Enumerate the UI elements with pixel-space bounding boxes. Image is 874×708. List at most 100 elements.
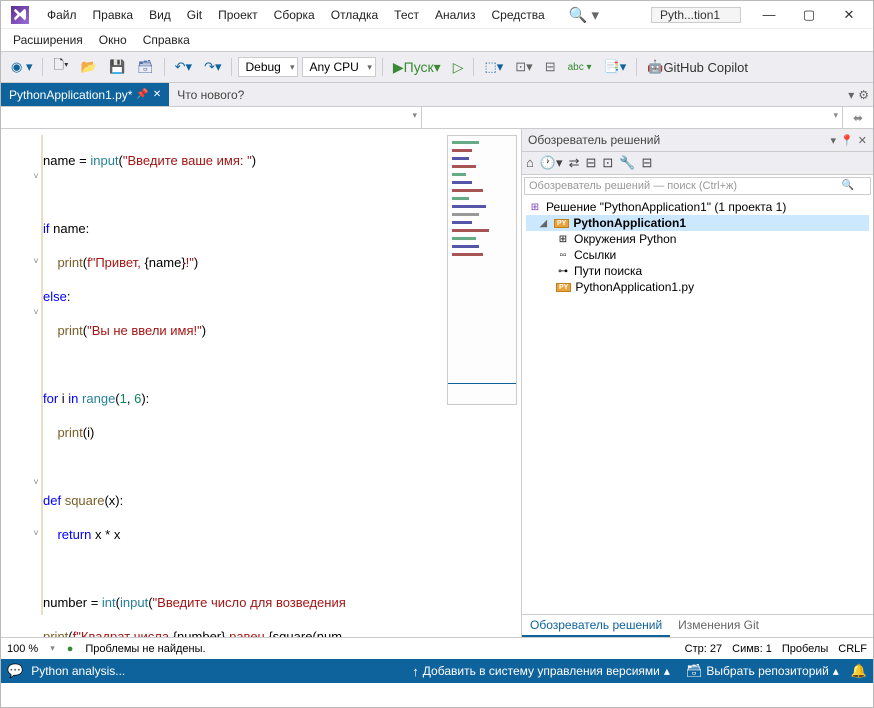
app-title: Pyth...tion1 <box>651 7 741 23</box>
env-icon: ⊞ <box>556 232 570 246</box>
showall-icon[interactable]: ⊡ <box>602 155 613 171</box>
select-repo-button[interactable]: 🗃Выбрать репозиторий ▴ <box>682 663 843 679</box>
config-dropdown[interactable]: Debug <box>238 57 298 77</box>
platform-dropdown[interactable]: Any CPU <box>302 57 375 77</box>
menu-test[interactable]: Тест <box>386 6 427 24</box>
format-button[interactable]: ⊟ <box>541 57 560 77</box>
refresh-icon[interactable]: 🕐▾ <box>540 155 563 171</box>
code-editor[interactable]: ˅ ˅ ˅ ˅ ˅ name = input("Введите ваше имя… <box>1 129 521 637</box>
pin-icon[interactable]: 📍 <box>840 134 854 147</box>
line-status[interactable]: Стр: 27 <box>685 643 722 655</box>
project-node[interactable]: ◢ PY PythonApplication1 <box>526 215 869 231</box>
pin-icon[interactable]: 📌 <box>136 89 148 100</box>
solution-node[interactable]: ⊞ Решение "PythonApplication1" (1 проект… <box>526 199 869 215</box>
comment-button[interactable]: ⊡▾ <box>511 57 536 77</box>
menu-file[interactable]: Файл <box>39 6 85 24</box>
bookmark-button[interactable]: 📑▾ <box>600 57 631 77</box>
menu-extensions[interactable]: Расширения <box>5 31 91 49</box>
scope-dropdown[interactable] <box>1 107 422 128</box>
properties-icon[interactable]: 🔧 <box>619 155 635 171</box>
copilot-label: GitHub Copilot <box>663 60 748 75</box>
undo-button[interactable]: ↶▾ <box>171 57 196 77</box>
menu-window[interactable]: Окно <box>91 31 135 49</box>
member-dropdown[interactable] <box>422 107 843 128</box>
tab-solution-explorer[interactable]: Обозреватель решений <box>522 615 670 637</box>
split-icon[interactable]: ⬌ <box>843 107 873 128</box>
close-panel-icon[interactable]: ✕ <box>858 134 867 147</box>
menu-build[interactable]: Сборка <box>266 6 323 24</box>
copilot-button[interactable]: 🤖 GitHub Copilot <box>643 57 752 77</box>
fold-icon[interactable]: ˅ <box>31 307 41 317</box>
new-item-button[interactable]: 🗋▾ <box>49 54 72 80</box>
bottom-bar: 💬 Python analysis... ↑Добавить в систему… <box>1 659 873 683</box>
vs-logo-icon <box>11 6 29 24</box>
col-status[interactable]: Симв: 1 <box>732 643 772 655</box>
solution-explorer: Обозреватель решений ▾ 📍 ✕ ⌂ 🕐▾ ⇄ ⊟ ⊡ 🔧 … <box>521 129 873 637</box>
menu-edit[interactable]: Правка <box>85 6 142 24</box>
tree-label: PythonApplication1.py <box>575 280 694 294</box>
run-no-debug-button[interactable]: ▷ <box>449 57 468 78</box>
python-analysis-status[interactable]: Python analysis... <box>31 664 125 678</box>
open-button[interactable]: 📂 <box>77 57 101 77</box>
status-bar: 100 % ▾ ● Проблемы не найдены. Стр: 27 С… <box>1 637 873 659</box>
tree-label: Пути поиска <box>574 264 642 278</box>
minimize-button[interactable]: — <box>749 3 789 27</box>
python-env-node[interactable]: ⊞ Окружения Python <box>526 231 869 247</box>
python-file-icon: PY <box>556 283 571 292</box>
minimap[interactable] <box>447 135 517 405</box>
python-file-node[interactable]: PY PythonApplication1.py <box>526 279 869 295</box>
collapse-icon[interactable]: ⊟ <box>585 155 596 171</box>
solution-icon: ⊞ <box>528 200 542 214</box>
menu-git[interactable]: Git <box>179 6 210 24</box>
zoom-level[interactable]: 100 % <box>7 643 38 655</box>
output-icon[interactable]: 💬 <box>7 663 23 679</box>
eol-status[interactable]: CRLF <box>838 643 867 655</box>
settings-icon[interactable]: ⚙ <box>858 88 869 102</box>
maximize-button[interactable]: ▢ <box>789 3 829 27</box>
add-vcs-button[interactable]: ↑Добавить в систему управления версиями … <box>408 664 674 679</box>
references-node[interactable]: ▫▫ Ссылки <box>526 247 869 263</box>
navigation-bar: ⬌ <box>1 107 873 129</box>
fold-icon[interactable]: ˅ <box>31 477 41 487</box>
solution-explorer-title: Обозреватель решений ▾ 📍 ✕ <box>522 129 873 152</box>
menu-analyze[interactable]: Анализ <box>427 6 484 24</box>
ok-icon: ● <box>67 643 74 655</box>
fold-icon[interactable]: ˅ <box>31 256 41 266</box>
sync-icon[interactable]: ⇄ <box>569 155 580 171</box>
menu-view[interactable]: Вид <box>141 6 179 24</box>
bell-icon[interactable]: 🔔 <box>851 663 867 679</box>
home-icon[interactable]: ⌂ <box>526 155 534 171</box>
tab-python-file[interactable]: PythonApplication1.py* 📌 ✕ <box>1 83 169 106</box>
search-paths-node[interactable]: ⊶ Пути поиска <box>526 263 869 279</box>
panel-title: Обозреватель решений <box>528 133 660 147</box>
fold-icon[interactable]: ˅ <box>31 528 41 538</box>
fold-icon[interactable]: ˅ <box>31 171 41 181</box>
menu-project[interactable]: Проект <box>210 6 266 24</box>
step-button[interactable]: ⬚▾ <box>480 57 507 77</box>
tree-label: PythonApplication1 <box>573 216 686 230</box>
save-button[interactable]: 💾 <box>105 57 129 77</box>
tab-git-changes[interactable]: Изменения Git <box>670 615 767 637</box>
document-tabs: PythonApplication1.py* 📌 ✕ Что нового? ▾… <box>1 83 873 107</box>
tab-whatsnew[interactable]: Что нового? <box>169 83 252 106</box>
solution-tree: ⊞ Решение "PythonApplication1" (1 проект… <box>522 197 873 614</box>
menu-help[interactable]: Справка <box>135 31 198 49</box>
menu-tools[interactable]: Средства <box>484 6 553 24</box>
expand-icon[interactable]: ◢ <box>540 218 550 229</box>
abc-button[interactable]: abc ▾ <box>564 60 596 75</box>
dropdown-icon[interactable]: ▾ <box>831 134 837 147</box>
solution-search-input[interactable]: Обозреватель решений — поиск (Ctrl+ж) <box>524 177 871 195</box>
nav-back-button[interactable]: ◉ ▾ <box>7 57 36 77</box>
menu-debug[interactable]: Отладка <box>323 6 386 24</box>
redo-button[interactable]: ↷▾ <box>200 57 225 77</box>
spaces-status[interactable]: Пробелы <box>782 643 828 655</box>
close-tab-icon[interactable]: ✕ <box>153 89 161 100</box>
preview-icon[interactable]: ⊟ <box>641 155 652 171</box>
tab-dropdown-icon[interactable]: ▾ <box>848 88 854 102</box>
problems-status[interactable]: Проблемы не найдены. <box>85 643 205 655</box>
close-button[interactable]: ✕ <box>829 3 869 27</box>
paths-icon: ⊶ <box>556 264 570 278</box>
save-all-button[interactable]: 🗃 <box>133 57 158 77</box>
search-icon[interactable]: 🔍 ▾ <box>569 6 599 24</box>
run-button[interactable]: ▶ Пуск ▾ <box>389 57 445 78</box>
